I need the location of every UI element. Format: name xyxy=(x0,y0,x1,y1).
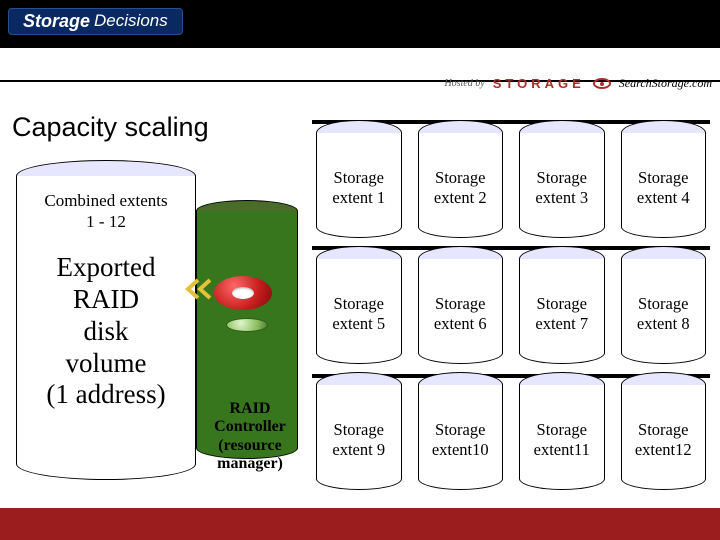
extent-label-line2: extent10 xyxy=(414,440,508,460)
eye-icon xyxy=(593,78,611,89)
extent-label-line1: Storage xyxy=(638,168,688,187)
storage-extent: Storageextent 9 xyxy=(312,372,406,490)
controller-line2: Controller xyxy=(214,418,286,435)
extent-label-line1: Storage xyxy=(537,420,587,439)
search-storage-label: SearchStorage.com xyxy=(619,76,712,91)
extent-label-line2: extent 3 xyxy=(515,188,609,208)
raid-controller-label: RAID Controller (resource manager) xyxy=(200,400,300,474)
extent-label-line1: Storage xyxy=(435,168,485,187)
storage-extent: Storageextent 1 xyxy=(312,120,406,238)
exported-line5: (1 address) xyxy=(46,379,165,409)
controller-line3: (resource xyxy=(218,437,281,454)
extent-grid: Storageextent 1 Storageextent 2 Storagee… xyxy=(312,120,710,490)
exported-line3: disk xyxy=(83,316,128,346)
storage-extent: Storageextent 5 xyxy=(312,246,406,364)
extent-label-line2: extent 2 xyxy=(414,188,508,208)
extent-label-line1: Storage xyxy=(435,420,485,439)
extent-label-line1: Storage xyxy=(435,294,485,313)
extent-label-line2: extent12 xyxy=(617,440,711,460)
storage-extent: Storageextent 7 xyxy=(515,246,609,364)
page-title: Capacity scaling xyxy=(12,112,209,143)
double-chevron-left-icon xyxy=(184,278,214,300)
extent-label-line1: Storage xyxy=(638,420,688,439)
rule-thick xyxy=(0,42,720,48)
extent-label-line1: Storage xyxy=(334,294,384,313)
header: Storage Decisions Hosted by STORAGE Sear… xyxy=(0,0,720,100)
exported-volume-label: Exported RAID disk volume (1 address) xyxy=(16,252,196,411)
storage-extent: Storageextent 8 xyxy=(617,246,711,364)
extent-label-line2: extent11 xyxy=(515,440,609,460)
extent-label-line2: extent 5 xyxy=(312,314,406,334)
hosted-by-label: Hosted by xyxy=(444,78,484,89)
storage-extent: Storageextent 4 xyxy=(617,120,711,238)
combined-extents-cylinder: Combined extents 1 - 12 Exported RAID di… xyxy=(16,160,196,480)
extent-label-line1: Storage xyxy=(638,294,688,313)
exported-line2: RAID xyxy=(73,284,139,314)
controller-line4: manager) xyxy=(217,455,283,472)
extent-label-line2: extent 9 xyxy=(312,440,406,460)
torus-icon xyxy=(214,276,272,310)
extent-label-line2: extent 8 xyxy=(617,314,711,334)
footer-band xyxy=(0,508,720,540)
storage-extent: Storageextent 2 xyxy=(414,120,508,238)
hosted-by: Hosted by STORAGE SearchStorage.com xyxy=(444,76,712,91)
vendor-name: STORAGE xyxy=(493,76,585,91)
logo-secondary: Decisions xyxy=(94,11,168,31)
lens-icon xyxy=(226,318,268,332)
logo-primary: Storage xyxy=(23,11,90,32)
topbar: Storage Decisions xyxy=(0,0,720,42)
storage-extent: Storageextent 6 xyxy=(414,246,508,364)
logo-badge: Storage Decisions xyxy=(8,8,183,35)
extent-label-line1: Storage xyxy=(537,294,587,313)
storage-extent: Storageextent10 xyxy=(414,372,508,490)
combined-extents-label: Combined extents 1 - 12 xyxy=(16,190,196,233)
extent-label-line1: Storage xyxy=(334,168,384,187)
extent-label-line2: extent 4 xyxy=(617,188,711,208)
exported-line4: volume xyxy=(66,348,147,378)
storage-extent: Storageextent11 xyxy=(515,372,609,490)
storage-extent: Storageextent12 xyxy=(617,372,711,490)
controller-line1: RAID xyxy=(230,400,271,417)
combined-line2: 1 - 12 xyxy=(86,212,126,231)
extent-label-line2: extent 7 xyxy=(515,314,609,334)
exported-line1: Exported xyxy=(57,252,156,282)
storage-extent: Storageextent 3 xyxy=(515,120,609,238)
combined-line1: Combined extents xyxy=(44,191,167,210)
extent-label-line2: extent 6 xyxy=(414,314,508,334)
extent-label-line2: extent 1 xyxy=(312,188,406,208)
extent-label-line1: Storage xyxy=(537,168,587,187)
extent-label-line1: Storage xyxy=(334,420,384,439)
